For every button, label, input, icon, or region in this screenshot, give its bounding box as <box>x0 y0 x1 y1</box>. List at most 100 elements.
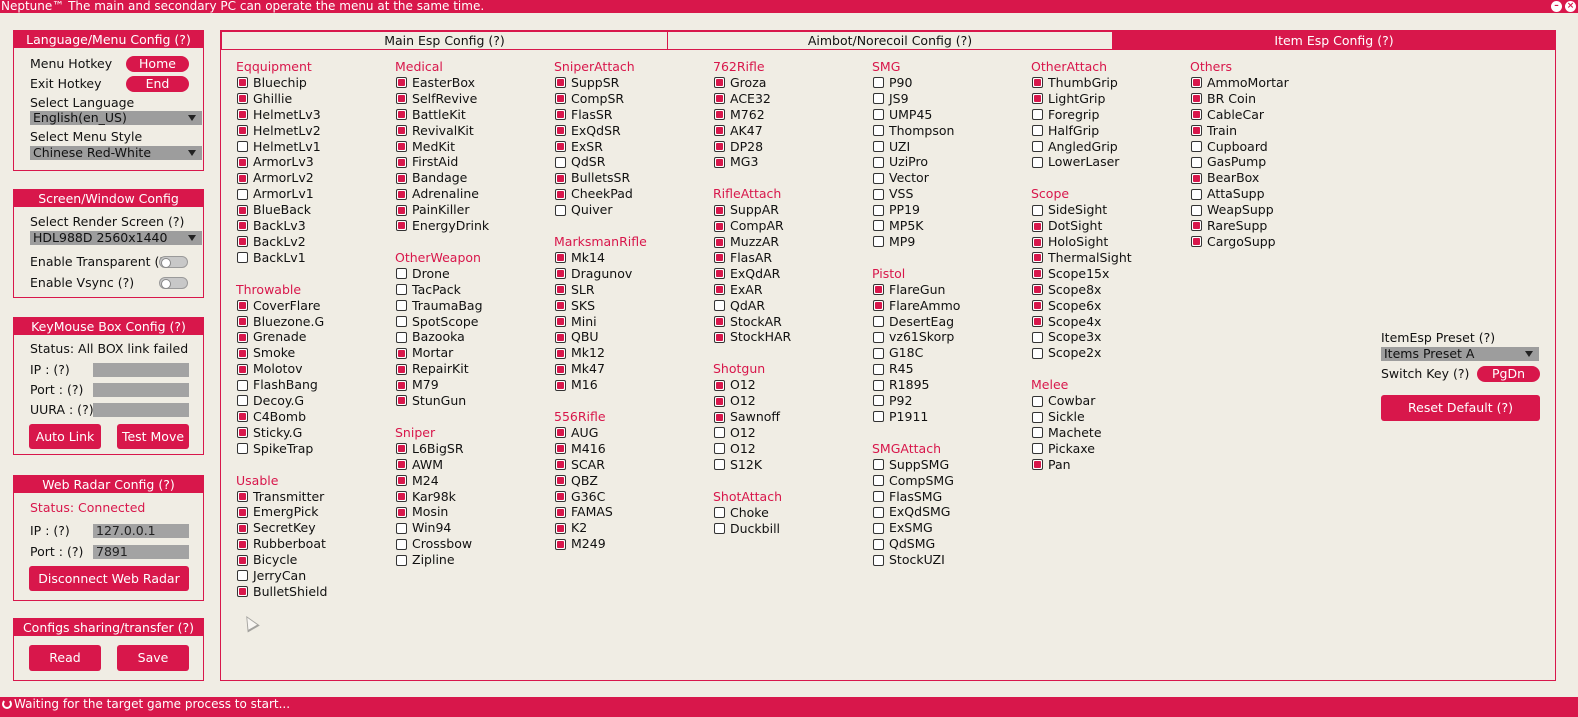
checkbox-checked-icon[interactable] <box>396 141 407 152</box>
checkbox-unchecked-icon[interactable] <box>1032 395 1043 407</box>
item-checkbox-row[interactable]: BulletShield <box>236 584 327 600</box>
checkbox-checked-icon[interactable] <box>396 125 407 137</box>
item-checkbox-row[interactable]: UZI <box>872 139 960 155</box>
checkbox-unchecked-icon[interactable] <box>873 506 884 518</box>
checkbox-unchecked-icon[interactable] <box>714 523 725 535</box>
checkbox-checked-icon[interactable] <box>237 156 248 168</box>
item-checkbox-row[interactable]: ThermalSight <box>1031 250 1132 266</box>
checkbox-checked-icon[interactable] <box>555 363 566 375</box>
item-checkbox-row[interactable]: M249 <box>554 536 647 552</box>
checkbox-checked-icon[interactable] <box>714 77 725 89</box>
item-checkbox-row[interactable]: MP9 <box>872 234 960 250</box>
checkbox-unchecked-icon[interactable] <box>873 77 884 89</box>
item-checkbox-row[interactable]: FirstAid <box>395 154 489 170</box>
close-icon[interactable]: × <box>1565 1 1576 12</box>
item-checkbox-row[interactable]: AmmoMortar <box>1190 75 1289 91</box>
disconnect-radar-button[interactable]: Disconnect Web Radar <box>29 566 189 591</box>
item-checkbox-row[interactable]: P92 <box>872 393 960 409</box>
item-checkbox-row[interactable]: TraumaBag <box>395 298 489 314</box>
checkbox-checked-icon[interactable] <box>714 284 725 296</box>
item-checkbox-row[interactable]: ArmorLv3 <box>236 154 327 170</box>
item-checkbox-row[interactable]: QdSR <box>554 154 647 170</box>
item-checkbox-row[interactable]: BearBox <box>1190 170 1289 186</box>
checkbox-checked-icon[interactable] <box>1032 77 1043 89</box>
checkbox-checked-icon[interactable] <box>555 93 566 105</box>
item-checkbox-row[interactable]: Machete <box>1031 425 1132 441</box>
item-checkbox-row[interactable]: UMP45 <box>872 107 960 123</box>
preset-select[interactable]: Items Preset A <box>1381 347 1539 361</box>
checkbox-checked-icon[interactable] <box>237 125 248 137</box>
checkbox-checked-icon[interactable] <box>555 141 566 152</box>
reset-default-button[interactable]: Reset Default (?) <box>1381 395 1540 421</box>
item-checkbox-row[interactable]: QdAR <box>713 298 791 314</box>
checkbox-unchecked-icon[interactable] <box>873 316 884 328</box>
checkbox-checked-icon[interactable] <box>396 204 407 216</box>
item-checkbox-row[interactable]: Scope2x <box>1031 345 1132 361</box>
item-checkbox-row[interactable]: Smoke <box>236 345 327 361</box>
checkbox-checked-icon[interactable] <box>1032 93 1043 105</box>
checkbox-unchecked-icon[interactable] <box>873 347 884 359</box>
item-checkbox-row[interactable]: M416 <box>554 441 647 457</box>
checkbox-unchecked-icon[interactable] <box>1032 141 1043 152</box>
checkbox-unchecked-icon[interactable] <box>873 491 884 503</box>
checkbox-checked-icon[interactable] <box>396 77 407 89</box>
item-checkbox-row[interactable]: MP5K <box>872 218 960 234</box>
item-checkbox-row[interactable]: HelmetLv3 <box>236 107 327 123</box>
item-checkbox-row[interactable]: Pan <box>1031 457 1132 473</box>
item-checkbox-row[interactable]: Scope8x <box>1031 282 1132 298</box>
item-checkbox-row[interactable]: L6BigSR <box>395 441 489 457</box>
checkbox-unchecked-icon[interactable] <box>873 459 884 471</box>
checkbox-checked-icon[interactable] <box>555 379 566 391</box>
item-checkbox-row[interactable]: Scope3x <box>1031 329 1132 345</box>
item-checkbox-row[interactable]: UziPro <box>872 154 960 170</box>
checkbox-unchecked-icon[interactable] <box>873 172 884 184</box>
item-checkbox-row[interactable]: ExQdAR <box>713 266 791 282</box>
checkbox-checked-icon[interactable] <box>237 331 248 343</box>
checkbox-unchecked-icon[interactable] <box>873 379 884 391</box>
checkbox-unchecked-icon[interactable] <box>396 538 407 550</box>
item-checkbox-row[interactable]: EnergyDrink <box>395 218 489 234</box>
ip-input[interactable] <box>93 363 189 377</box>
radar-ip-input[interactable]: 127.0.0.1 <box>93 524 189 538</box>
item-checkbox-row[interactable]: M79 <box>395 377 489 393</box>
item-checkbox-row[interactable]: Scope6x <box>1031 298 1132 314</box>
checkbox-unchecked-icon[interactable] <box>873 141 884 152</box>
item-checkbox-row[interactable]: Duckbill <box>713 521 791 537</box>
checkbox-unchecked-icon[interactable] <box>1032 331 1043 343</box>
item-checkbox-row[interactable]: P90 <box>872 75 960 91</box>
item-checkbox-row[interactable]: R45 <box>872 361 960 377</box>
checkbox-checked-icon[interactable] <box>555 284 566 296</box>
item-checkbox-row[interactable]: Groza <box>713 75 791 91</box>
read-button[interactable]: Read <box>29 645 101 671</box>
item-checkbox-row[interactable]: Sickle <box>1031 409 1132 425</box>
item-checkbox-row[interactable]: Thompson <box>872 123 960 139</box>
item-checkbox-row[interactable]: RareSupp <box>1190 218 1289 234</box>
checkbox-unchecked-icon[interactable] <box>1032 443 1043 455</box>
item-checkbox-row[interactable]: Vector <box>872 170 960 186</box>
checkbox-checked-icon[interactable] <box>555 443 566 455</box>
checkbox-checked-icon[interactable] <box>714 156 725 168</box>
item-checkbox-row[interactable]: DesertEag <box>872 314 960 330</box>
checkbox-checked-icon[interactable] <box>714 252 725 264</box>
item-checkbox-row[interactable]: Bazooka <box>395 329 489 345</box>
item-checkbox-row[interactable]: M24 <box>395 473 489 489</box>
checkbox-unchecked-icon[interactable] <box>1032 125 1043 137</box>
checkbox-unchecked-icon[interactable] <box>237 395 248 407</box>
item-checkbox-row[interactable]: SelfRevive <box>395 91 489 107</box>
item-checkbox-row[interactable]: Dragunov <box>554 266 647 282</box>
checkbox-unchecked-icon[interactable] <box>555 204 566 216</box>
menu-style-select[interactable]: Chinese Red-White <box>30 146 202 160</box>
checkbox-checked-icon[interactable] <box>237 316 248 328</box>
checkbox-checked-icon[interactable] <box>873 284 884 296</box>
item-checkbox-row[interactable]: Mk14 <box>554 250 647 266</box>
checkbox-unchecked-icon[interactable] <box>873 109 884 121</box>
checkbox-checked-icon[interactable] <box>1032 316 1043 328</box>
item-checkbox-row[interactable]: AttaSupp <box>1190 186 1289 202</box>
checkbox-checked-icon[interactable] <box>237 522 248 534</box>
item-checkbox-row[interactable]: SCAR <box>554 457 647 473</box>
checkbox-unchecked-icon[interactable] <box>714 427 725 439</box>
item-checkbox-row[interactable]: EasterBox <box>395 75 489 91</box>
checkbox-checked-icon[interactable] <box>396 506 407 518</box>
item-checkbox-row[interactable]: StunGun <box>395 393 489 409</box>
item-checkbox-row[interactable]: R1895 <box>872 377 960 393</box>
